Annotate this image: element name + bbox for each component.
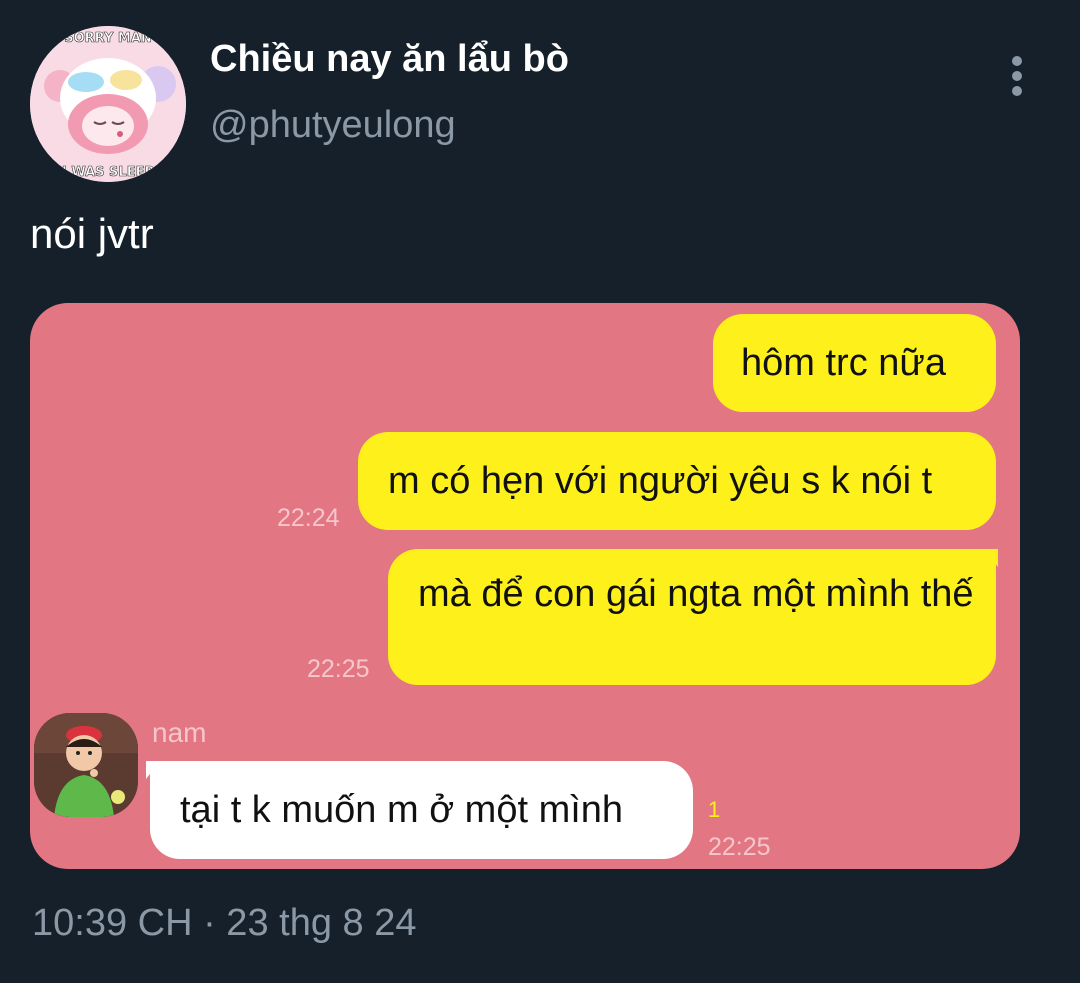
chat-bubble-sent: m có hẹn với người yêu s k nói t (358, 432, 996, 530)
chat-bubble-sent: hôm trc nữa (713, 314, 996, 412)
chat-bubble-received: tại t k muốn m ở một mình (150, 761, 693, 859)
avatar-caption-top: SORRY MAN (64, 31, 152, 46)
tweet-media-image[interactable]: hôm trc nữa 22:24 m có hẹn với người yêu… (30, 303, 1020, 869)
vertical-ellipsis-icon[interactable] (1004, 54, 1030, 98)
friend-avatar (34, 713, 138, 817)
author-display-name[interactable]: Chiều nay ăn lẩu bò (210, 38, 569, 81)
tweet-timestamp[interactable]: 10:39 CH · 23 thg 8 24 (32, 902, 416, 945)
author-handle[interactable]: @phutyeulong (210, 104, 456, 147)
friend-name: nam (152, 717, 207, 748)
unread-count: 1 (708, 797, 721, 822)
message-time: 22:25 (307, 655, 370, 683)
tweet-text: nói jvtr (30, 210, 154, 257)
message-time: 22:24 (277, 504, 340, 532)
avatar-caption-bottom: I WAS SLEEP (62, 165, 154, 180)
profile-avatar[interactable]: SORRY MAN I WAS SLEEP (30, 26, 186, 182)
chat-bubble-sent: mà để con gái ngta một mình thế (388, 549, 996, 685)
message-time: 22:25 (708, 833, 771, 861)
